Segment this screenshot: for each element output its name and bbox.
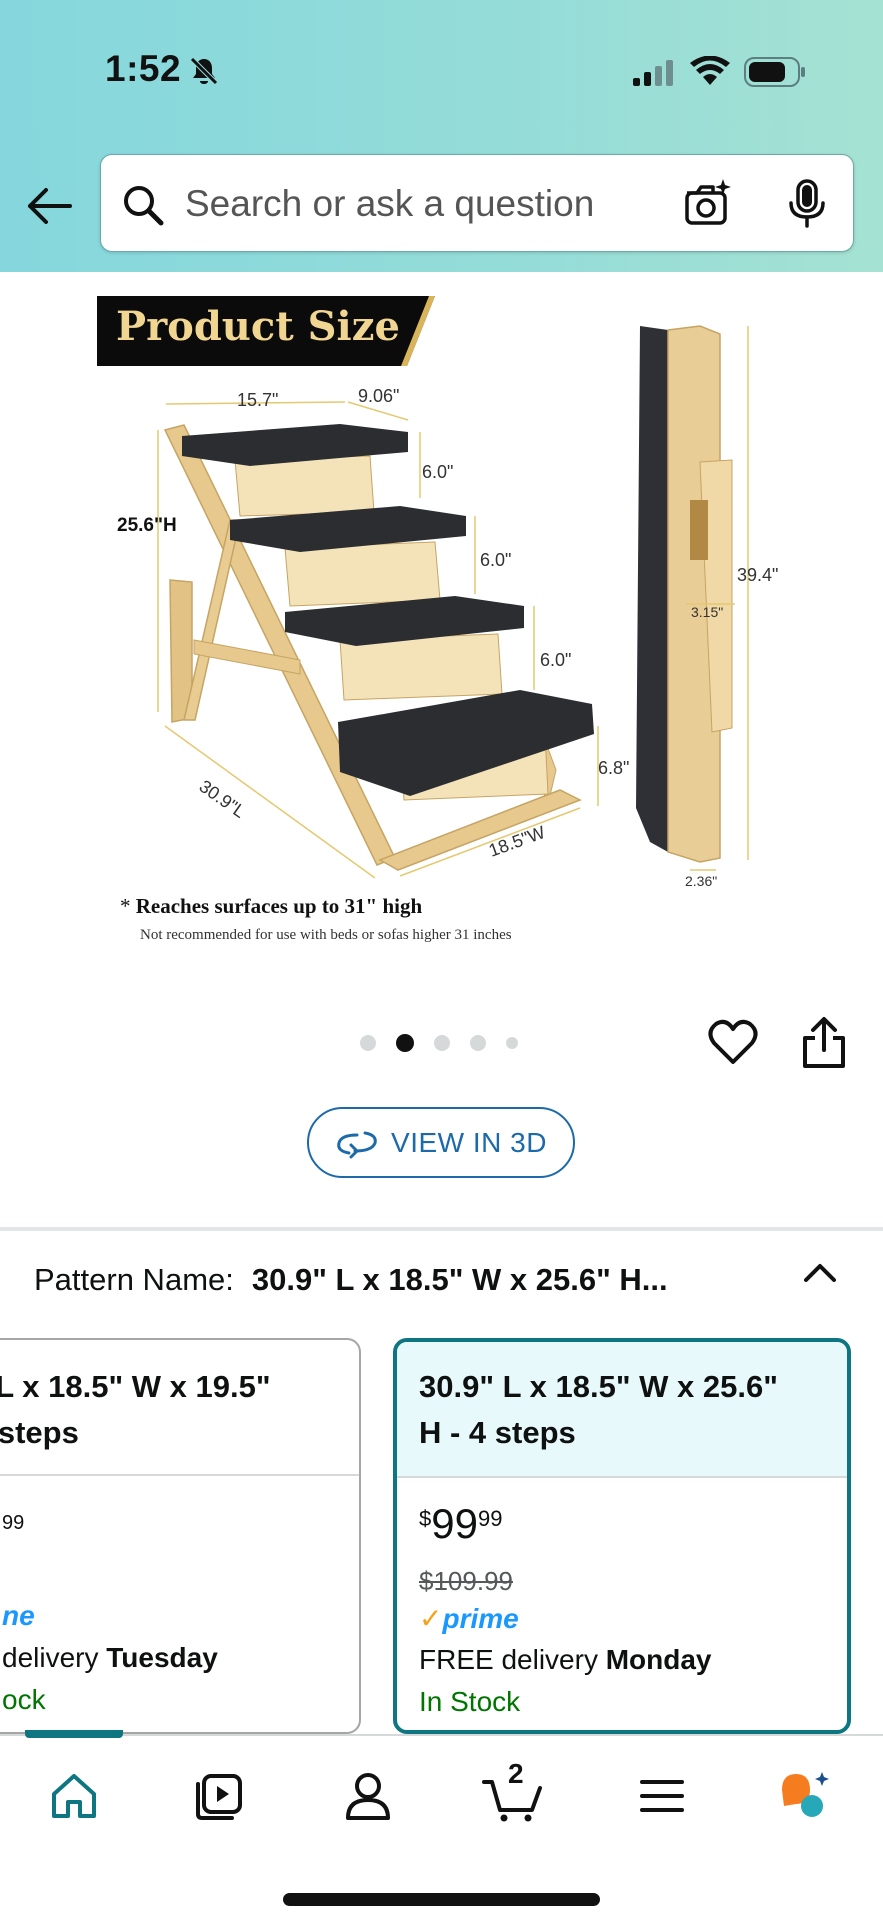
mic-icon[interactable] <box>785 179 829 229</box>
dim-step-rise-1: 6.0" <box>422 462 454 482</box>
delivery-prefix: FREE delivery <box>419 1644 606 1675</box>
rotate-3d-icon <box>337 1131 377 1158</box>
dim-step-rise-3: 6.0" <box>540 650 572 670</box>
account-icon[interactable] <box>340 1768 396 1824</box>
option-price: 99 <box>2 1512 25 1534</box>
delivery-prefix: delivery <box>2 1642 107 1673</box>
share-icon[interactable] <box>801 1016 847 1068</box>
option-title-line2: 3 steps <box>0 1415 79 1450</box>
list-price: $109.99 <box>419 1566 513 1596</box>
delivery-text: delivery Tuesday <box>2 1642 218 1674</box>
home-icon[interactable] <box>46 1768 102 1824</box>
option-price: $ 99 99 <box>419 1500 502 1548</box>
dim-folded-depth: 3.15" <box>691 604 724 620</box>
carousel-dot[interactable] <box>506 1037 518 1049</box>
option-card-4-steps[interactable]: 30.9" L x 18.5" W x 25.6" H - 4 steps $ … <box>393 1338 851 1734</box>
reach-note-star: * <box>120 894 136 918</box>
delivery-day: Monday <box>605 1644 712 1675</box>
carousel-dot[interactable] <box>434 1035 450 1051</box>
dim-step-rise-2: 6.0" <box>480 550 512 570</box>
carousel-dots[interactable] <box>360 1033 518 1053</box>
bell-off-icon <box>190 57 218 85</box>
wifi-icon <box>690 56 730 85</box>
battery-icon <box>744 57 805 87</box>
carousel-dot[interactable] <box>470 1035 486 1051</box>
product-image[interactable]: Product Size 15.7" 9.06" 25.6"H 6.0" 6.0… <box>0 272 883 972</box>
pattern-name-row[interactable]: Pattern Name: 30.9" L x 18.5" W x 25.6" H… <box>34 1262 668 1298</box>
dim-top-width: 15.7" <box>237 390 279 410</box>
product-size-title: Product Size <box>116 303 400 350</box>
price-symbol: $ <box>419 1506 432 1531</box>
search-icon <box>124 186 164 226</box>
back-arrow-icon[interactable] <box>24 180 76 232</box>
option-title-line1: 30.9" L x 18.5" W x 25.6" <box>419 1369 778 1404</box>
reach-note-sub: Not recommended for use with beds or sof… <box>140 927 512 943</box>
price-whole: 99 <box>431 1500 478 1547</box>
section-divider <box>0 1227 883 1231</box>
option-title-line2: H - 4 steps <box>419 1415 576 1450</box>
pattern-name-value: 30.9" L x 18.5" W x 25.6" H... <box>251 1262 668 1297</box>
view-in-3d-button[interactable]: VIEW IN 3D <box>307 1107 575 1178</box>
pattern-name-label: Pattern Name: <box>34 1262 234 1297</box>
dog-stairs-illustration <box>157 325 749 879</box>
reach-note: * Reaches surfaces up to 31" high <box>120 894 422 919</box>
carousel-dot-active[interactable] <box>396 1034 414 1052</box>
prime-badge: ne <box>2 1600 35 1631</box>
search-input[interactable]: Search or ask a question <box>100 154 854 252</box>
chevron-up-icon[interactable] <box>800 1258 840 1288</box>
heart-icon[interactable] <box>708 1018 758 1066</box>
dim-step-rise-bottom: 6.8" <box>598 758 630 778</box>
prime-check-icon: ✓ <box>419 1603 443 1634</box>
menu-icon[interactable] <box>634 1768 690 1824</box>
dim-height: 25.6"H <box>117 515 177 536</box>
nav-active-indicator <box>25 1730 123 1738</box>
dim-folded-thickness: 2.36" <box>685 873 718 889</box>
option-card-title: " L x 18.5" W x 19.5" 3 steps <box>0 1340 359 1476</box>
rufus-icon[interactable] <box>778 1768 834 1824</box>
prime-label: prime <box>442 1603 519 1634</box>
price-cents: 99 <box>477 1506 503 1531</box>
prime-badge: ✓prime <box>419 1602 519 1635</box>
header: 1:52 Search or ask a question <box>0 0 883 272</box>
camera-icon[interactable] <box>681 177 733 229</box>
option-title-line1: " L x 18.5" W x 19.5" <box>0 1369 271 1404</box>
home-indicator <box>283 1893 600 1906</box>
delivery-text: FREE delivery Monday <box>419 1644 712 1676</box>
reach-note-text: Reaches surfaces up to 31" high <box>135 894 423 918</box>
status-time: 1:52 <box>105 48 182 89</box>
delivery-day: Tuesday <box>106 1642 218 1673</box>
option-card-title: 30.9" L x 18.5" W x 25.6" H - 4 steps <box>397 1342 847 1478</box>
view-in-3d-label: VIEW IN 3D <box>391 1126 547 1158</box>
stock-status: In Stock <box>419 1686 521 1717</box>
carousel-dot[interactable] <box>360 1035 376 1051</box>
cart-count-badge: 2 <box>508 1758 524 1789</box>
signal-icon <box>633 60 673 86</box>
video-icon[interactable] <box>192 1768 248 1824</box>
search-placeholder: Search or ask a question <box>185 183 595 224</box>
dim-folded-height: 39.4" <box>737 565 779 585</box>
stock-status: ock <box>2 1684 46 1715</box>
option-card-3-steps[interactable]: " L x 18.5" W x 19.5" 3 steps 99 ne deli… <box>0 1338 361 1734</box>
dim-top-depth: 9.06" <box>358 386 400 406</box>
